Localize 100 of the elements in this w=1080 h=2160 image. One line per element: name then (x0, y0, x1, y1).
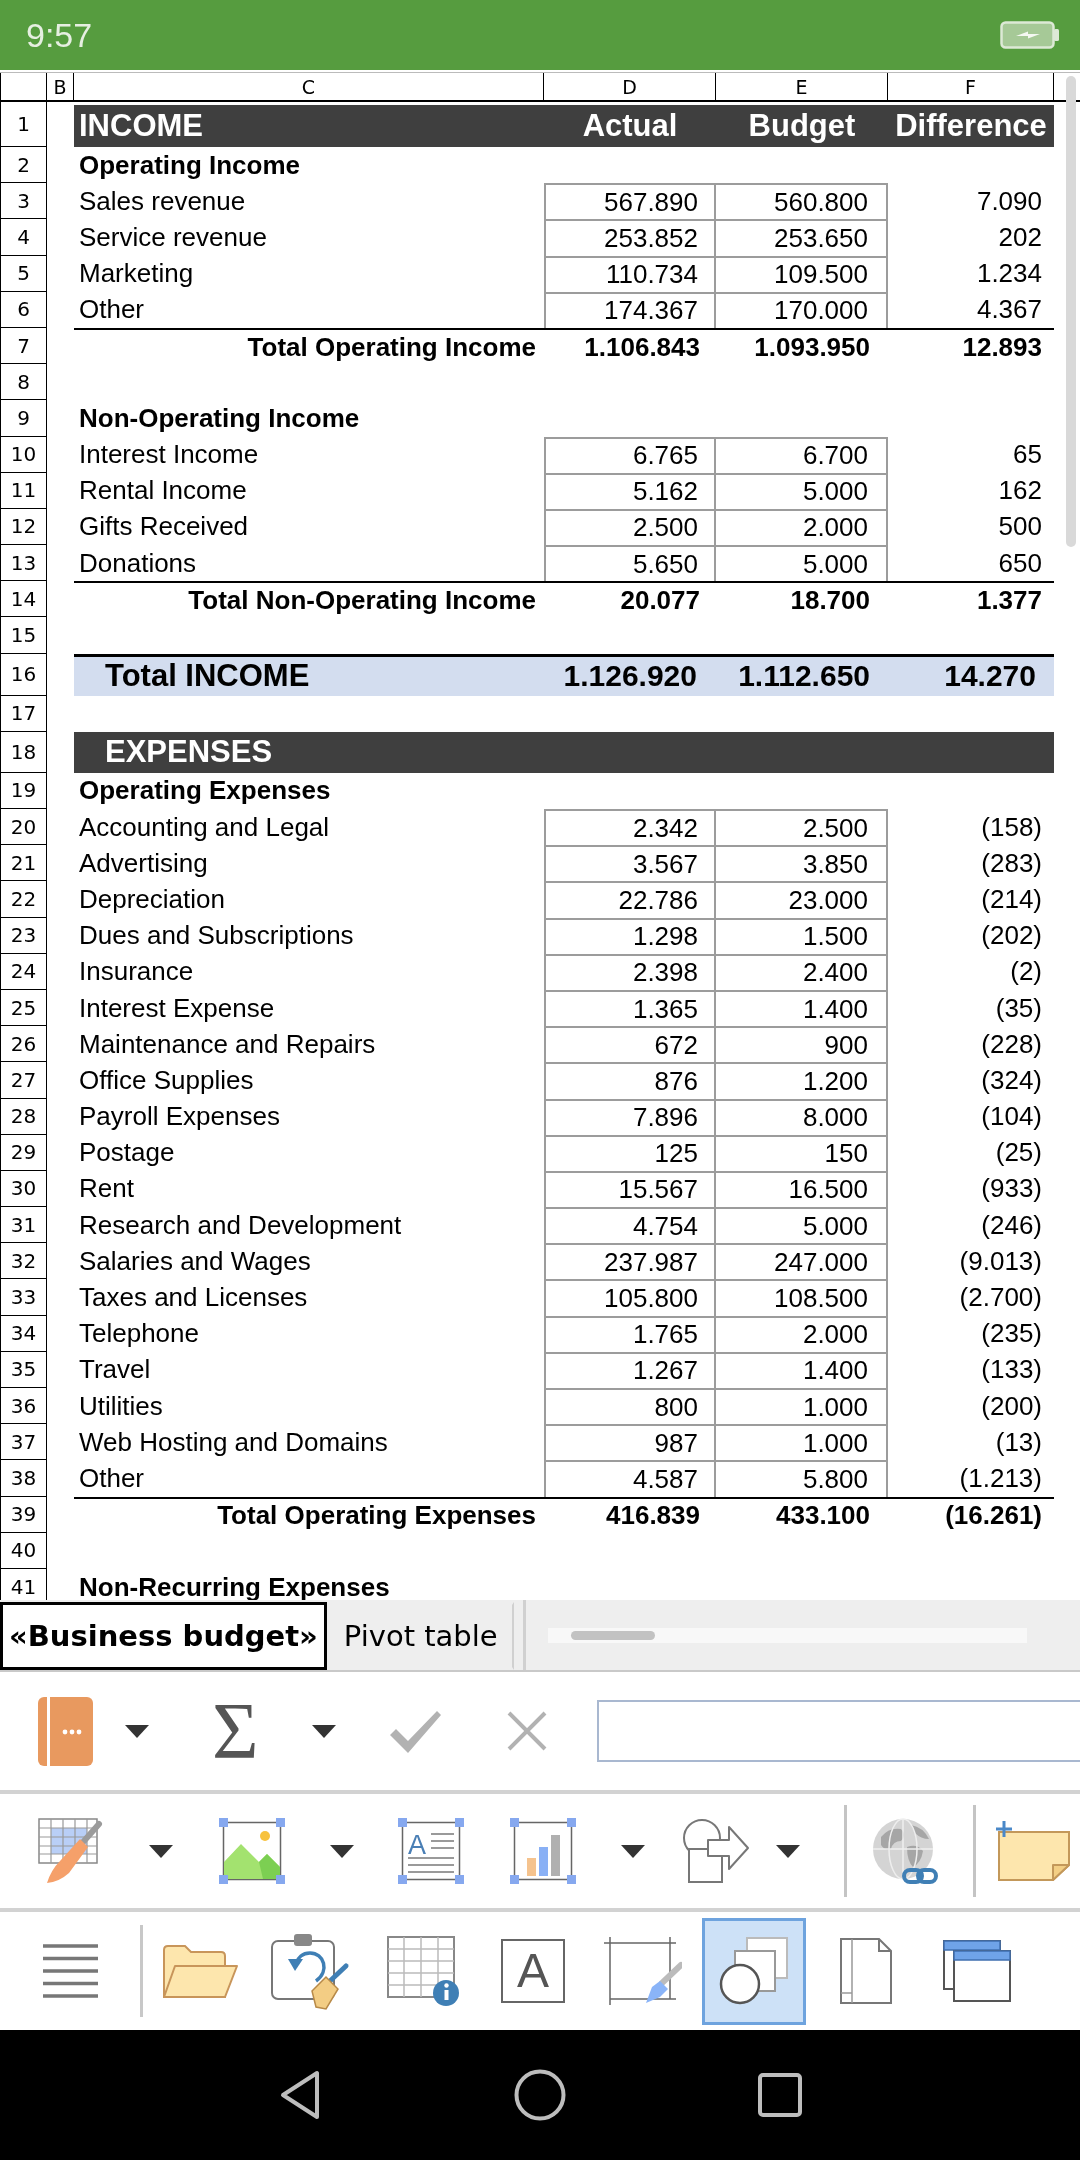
column-header: C (74, 73, 544, 100)
home-icon[interactable] (514, 2069, 566, 2121)
notebook-icon (38, 1696, 93, 1766)
row-number: 13 (0, 545, 47, 582)
total-cell-text: 1.126.920 (562, 658, 698, 695)
row-number: 16 (0, 653, 47, 696)
row-number: 32 (0, 1243, 47, 1280)
table-cell: 987 (544, 1424, 716, 1461)
row-number: 6 (0, 291, 47, 328)
row-number: 10 (0, 436, 47, 473)
row-label: Other (78, 1461, 146, 1495)
row-label: Taxes and Licenses (78, 1281, 309, 1315)
table-cell-text: (283) (980, 846, 1043, 880)
table-cell: 1.000 (716, 1424, 888, 1461)
table-cell-text: (13) (994, 1425, 1043, 1459)
row-number: 8 (0, 364, 47, 401)
table-cell-text: 65 (1012, 438, 1043, 472)
back-icon[interactable] (279, 2070, 321, 2120)
table-cell: 109.500 (716, 255, 888, 292)
row-label: Travel (78, 1353, 152, 1387)
table-cell-text: (214) (980, 882, 1043, 916)
total-label: Total Operating Expenses (74, 1496, 544, 1533)
total-cell: 1.093.950 (716, 327, 888, 365)
formula-input[interactable] (596, 1700, 1080, 1762)
recents-icon[interactable] (757, 2072, 803, 2118)
row-number: 1 (0, 102, 47, 147)
table-cell: 900 (716, 1026, 888, 1063)
table-cell: 1.200 (716, 1062, 888, 1099)
row-number: 3 (0, 183, 47, 220)
battery-charging-icon (1000, 21, 1060, 49)
row-number: 14 (0, 581, 47, 618)
total-cell: 12.893 (888, 327, 1054, 365)
table-cell: 7.896 (544, 1098, 716, 1135)
table-cell: 2.400 (716, 953, 888, 990)
band-title: EXPENSES (104, 733, 274, 772)
table-cell: 8.000 (716, 1098, 888, 1135)
table-cell: 2.000 (716, 1315, 888, 1352)
row-number: 40 (0, 1532, 47, 1569)
row-label: Utilities (78, 1389, 164, 1423)
row-label: Salaries and Wages (78, 1244, 312, 1278)
text-style-icon: A (501, 1939, 565, 2003)
table-cell: 1.400 (716, 989, 888, 1027)
table-cell: 110.734 (544, 255, 716, 292)
table-cell-text: (9.013) (958, 1244, 1043, 1278)
table-cell: 247.000 (716, 1243, 888, 1280)
row-number: 31 (0, 1207, 47, 1244)
caret-icon (330, 1844, 354, 1858)
select-all-corner[interactable] (0, 73, 47, 100)
total-cell: 18.700 (716, 581, 888, 618)
close-icon (506, 1711, 547, 1751)
table-cell: 1.400 (716, 1351, 888, 1388)
table-cell: 3.567 (544, 845, 716, 882)
row-number: 23 (0, 917, 47, 954)
bar-chart-icon (510, 1818, 576, 1884)
caret-icon (125, 1724, 149, 1738)
table-cell: 170.000 (716, 291, 888, 328)
caret-icon (776, 1844, 800, 1858)
row-number: 21 (0, 845, 47, 882)
table-brush-icon (38, 1818, 104, 1884)
row-label: Payroll Expenses (78, 1100, 281, 1134)
total-cell: 1.377 (888, 581, 1054, 618)
row-number: 38 (0, 1460, 47, 1497)
table-cell: 2.500 (544, 508, 716, 546)
row-number: 29 (0, 1134, 47, 1171)
row-number: 34 (0, 1315, 47, 1352)
row-number: 2 (0, 147, 47, 184)
row-label: Telephone (78, 1317, 200, 1351)
row-label: Maintenance and Repairs (78, 1027, 377, 1061)
overlapping-shapes-button[interactable] (702, 1917, 806, 2025)
table-cell: 560.800 (716, 183, 888, 220)
section-title: Non-Operating Income (78, 401, 361, 435)
row-number: 5 (0, 255, 47, 292)
table-cell: 125 (544, 1134, 716, 1171)
row-number: 4 (0, 219, 47, 256)
total-label: Total Non-Operating Income (74, 581, 544, 618)
table-cell: 2.500 (716, 809, 888, 846)
table-cell: 15.567 (544, 1170, 716, 1208)
row-number: 11 (0, 472, 47, 509)
horizontal-scrollbar[interactable] (547, 1627, 1027, 1643)
table-cell: 672 (544, 1026, 716, 1063)
table-cell: 876 (544, 1062, 716, 1099)
row-label: Dues and Subscriptions (78, 919, 355, 953)
table-cell: 22.786 (544, 881, 716, 918)
table-cell-text: (933) (980, 1172, 1043, 1206)
row-number: 17 (0, 695, 47, 732)
row-number: 35 (0, 1351, 47, 1388)
sheet-tab[interactable]: «Business budget» (0, 1602, 327, 1670)
vertical-scrollbar[interactable] (1066, 76, 1076, 547)
function-button[interactable]: Σ (202, 1691, 346, 1771)
table-cell: 6.765 (544, 436, 716, 473)
text-style-button[interactable]: A (481, 1917, 585, 2025)
table-cell-text: (25) (994, 1136, 1043, 1170)
row-number: 25 (0, 989, 47, 1027)
row-number: 27 (0, 1062, 47, 1099)
table-cell: 2.398 (544, 953, 716, 990)
image-icon (219, 1818, 285, 1884)
text-box-button[interactable]: A (390, 1811, 472, 1891)
table-cell-text: 7.090 (975, 184, 1043, 218)
table-cell-text: (2.700) (958, 1281, 1043, 1315)
column-header: E (716, 73, 888, 100)
